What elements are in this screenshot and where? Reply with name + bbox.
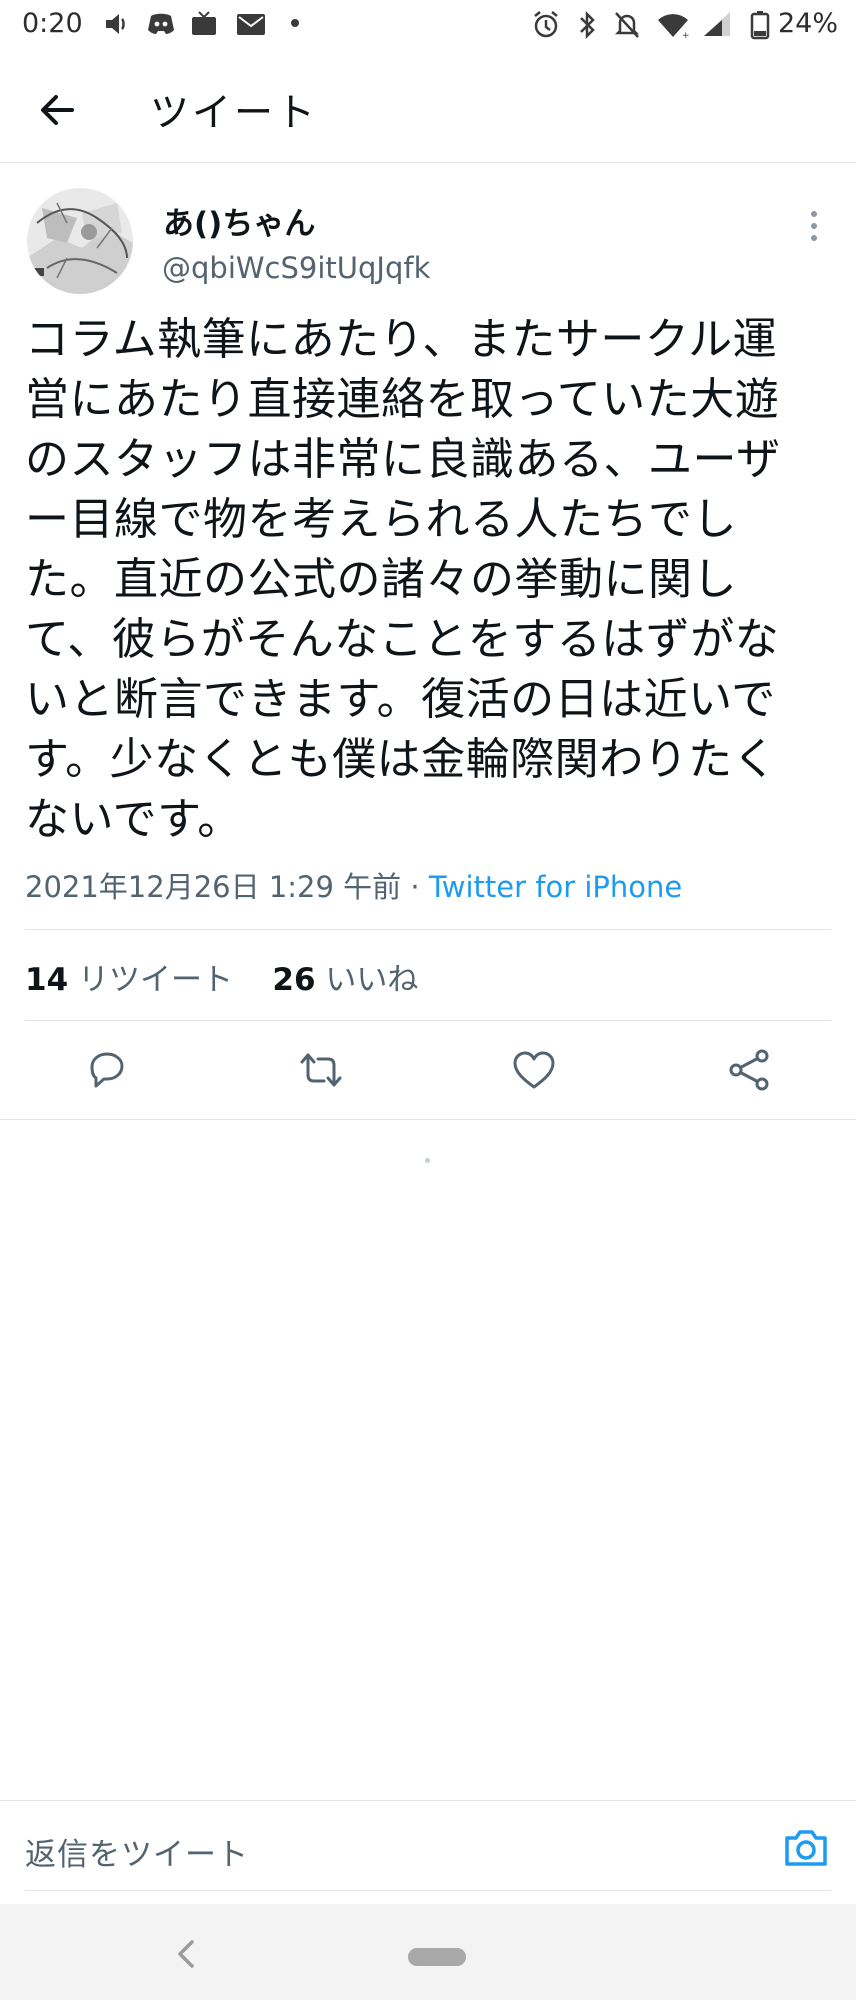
- status-time: 0:20: [22, 8, 83, 39]
- tweet-text-line: て、彼らがそんなことをするはずがな: [25, 614, 780, 665]
- loading-indicator: [425, 1158, 430, 1163]
- like-label: いいね: [325, 962, 419, 998]
- display-name[interactable]: あ()ちゃん: [163, 198, 315, 243]
- back-arrow-icon[interactable]: [30, 82, 86, 138]
- reply-input[interactable]: 返信をツイート: [25, 1829, 249, 1874]
- header-divider: [0, 162, 856, 163]
- mail-icon: [237, 14, 265, 35]
- camera-icon[interactable]: [782, 1824, 830, 1872]
- signal-icon: [704, 12, 730, 36]
- divider: [0, 1119, 856, 1120]
- tweet-timestamp[interactable]: 2021年12月26日 1:29 午前 ·: [25, 870, 420, 904]
- page-title: ツイート: [150, 91, 319, 136]
- svg-text:+: +: [682, 31, 690, 40]
- divider: [25, 1020, 831, 1021]
- avatar[interactable]: [27, 188, 133, 294]
- tweet-text-line: のスタッフは非常に良識ある、ユーザ: [25, 434, 781, 485]
- reply-bar-divider: [25, 1890, 831, 1891]
- retweet-label: リツイート: [78, 962, 233, 998]
- divider: [25, 929, 831, 930]
- tweet-text-line: いと断言できます。復活の日は近いで: [25, 674, 776, 725]
- tweet-text-line: ないです。: [25, 794, 242, 845]
- system-nav-bar: [0, 1904, 856, 2000]
- status-bar: 0:20 + 24%: [0, 0, 856, 50]
- tweet-text-line: コラム執筆にあたり、またサークル運: [25, 314, 778, 365]
- wifi-icon: +: [658, 14, 690, 40]
- battery-icon: [750, 11, 770, 40]
- like-stat[interactable]: 26 いいね: [272, 962, 418, 998]
- volume-icon: [106, 14, 125, 34]
- alarm-icon: [534, 11, 558, 38]
- tweet-text: コラム執筆にあたり、またサークル運 営にあたり直接連絡を取っていた大遊 のスタッ…: [25, 310, 835, 850]
- discord-icon: [148, 13, 174, 34]
- retweet-count: 14: [25, 962, 69, 998]
- tweet-text-line: た。直近の公式の諸々の挙動に関し: [25, 554, 737, 605]
- more-options-icon[interactable]: [800, 206, 828, 246]
- like-icon[interactable]: [509, 1045, 559, 1095]
- user-handle[interactable]: @qbiWcS9itUqJqfk: [162, 251, 430, 285]
- reply-bar-divider: [0, 1800, 856, 1801]
- tweet-source-link[interactable]: Twitter for iPhone: [429, 870, 682, 904]
- like-count: 26: [272, 962, 316, 998]
- tweet-text-line: す。少なくとも僕は金輪際関わりたく: [25, 734, 778, 785]
- tweet-text-line: ー目線で物を考えられる人たちでし: [25, 494, 737, 545]
- bluetooth-icon: [580, 10, 595, 40]
- tv-icon: [192, 11, 216, 35]
- header: ツイート: [0, 52, 856, 162]
- tweet-stats: 14 リツイート 26 いいね: [25, 954, 418, 999]
- battery-percent: 24%: [778, 8, 839, 39]
- nav-back-icon[interactable]: [172, 1936, 202, 1972]
- tweet-meta: 2021年12月26日 1:29 午前 · Twitter for iPhone: [25, 864, 682, 906]
- retweet-stat[interactable]: 14 リツイート: [25, 962, 233, 998]
- nav-home-pill[interactable]: [408, 1948, 466, 1966]
- mute-icon: [614, 12, 640, 38]
- reply-icon[interactable]: [82, 1045, 132, 1095]
- dot-icon: [291, 19, 299, 27]
- retweet-icon[interactable]: [296, 1045, 346, 1095]
- tweet-text-line: 営にあたり直接連絡を取っていた大遊: [25, 374, 780, 425]
- share-icon[interactable]: [724, 1045, 774, 1095]
